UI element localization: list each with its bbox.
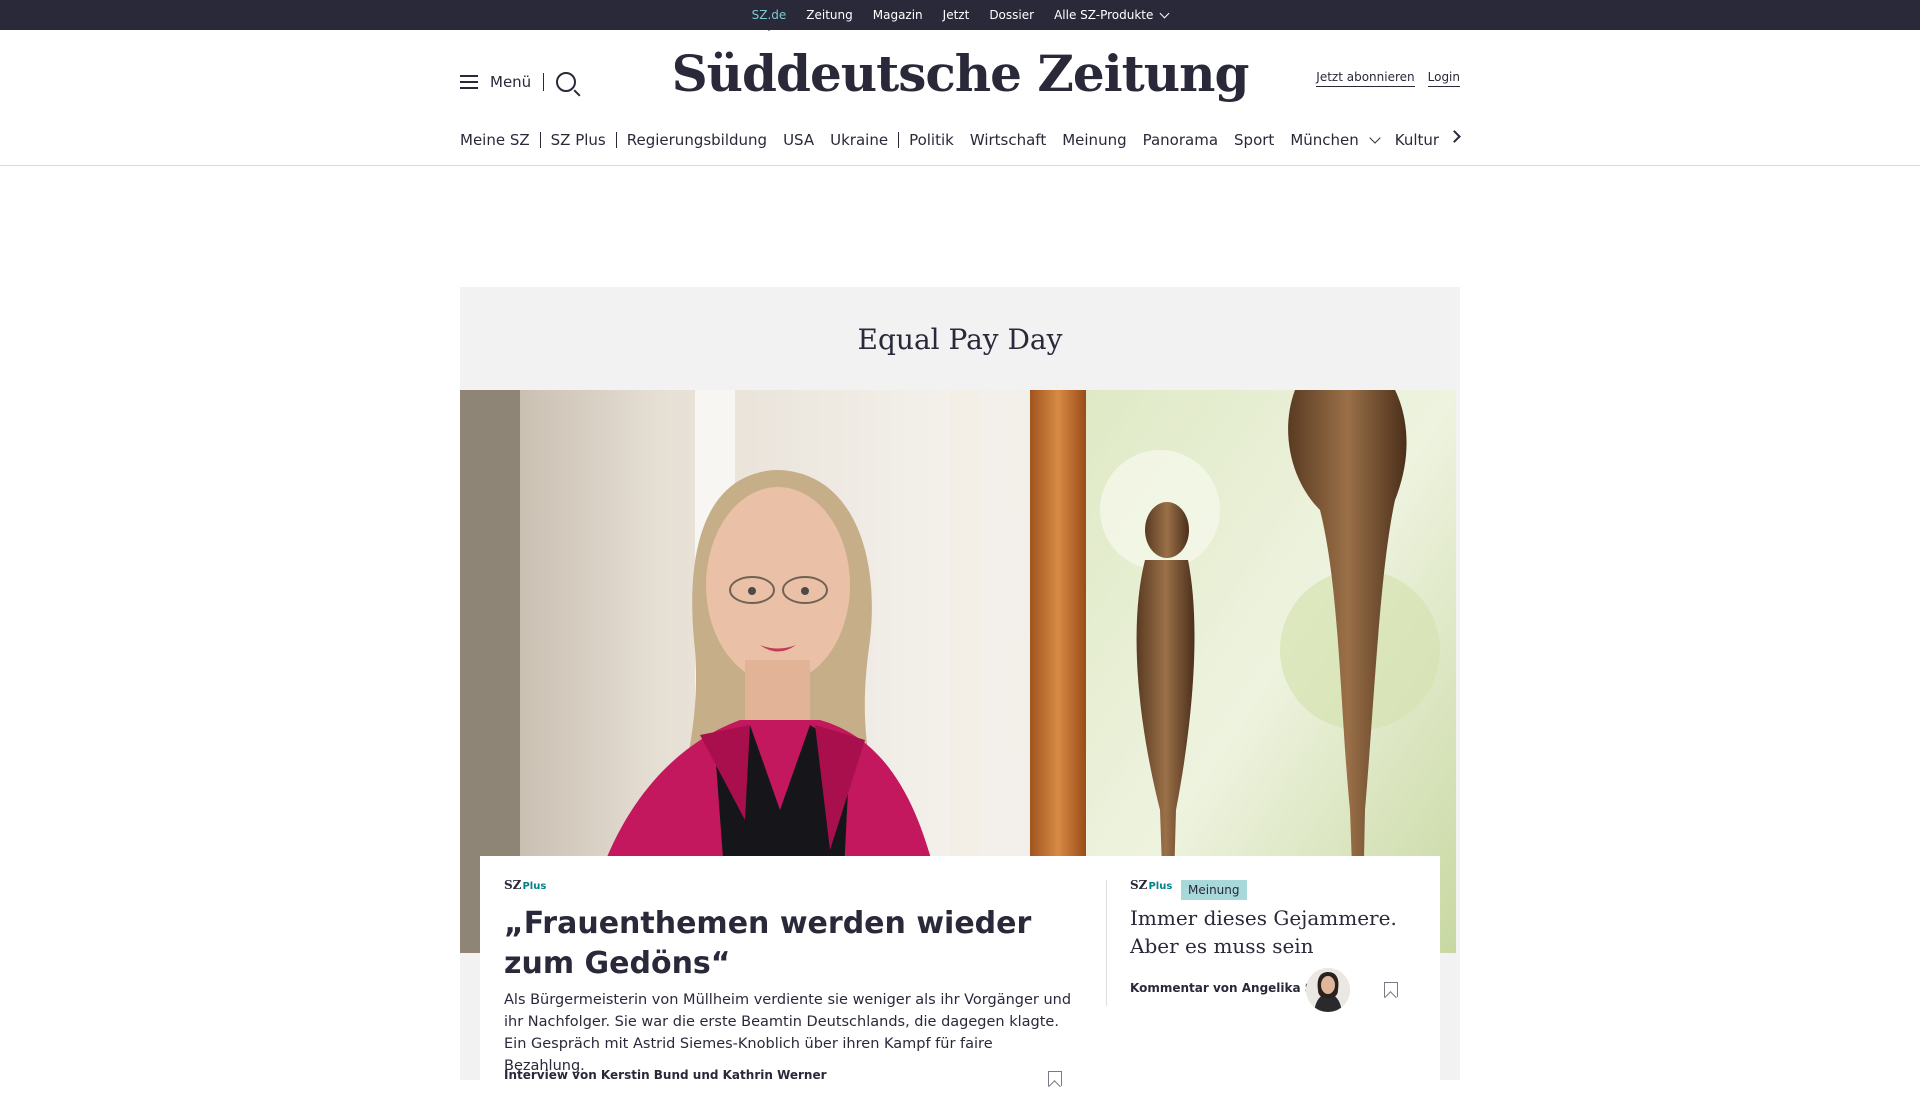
nav-item-wirtschaft[interactable]: Wirtschaft	[970, 131, 1046, 149]
nav-item-usa[interactable]: USA	[783, 131, 814, 149]
main-teaser-text[interactable]: Als Bürgermeisterin von Müllheim verdien…	[504, 989, 1074, 1077]
nav-item-muenchen-label: München	[1290, 131, 1359, 149]
top-link-zeitung[interactable]: Zeitung	[806, 8, 852, 22]
nav-item-panorama[interactable]: Panorama	[1143, 131, 1218, 149]
sz-badge-text: SZ	[504, 878, 522, 892]
nav-item-kultur[interactable]: Kultur	[1395, 131, 1439, 149]
side-headline[interactable]: Immer dieses Gejammere. Aber es muss sei…	[1130, 904, 1420, 960]
sz-plus-badge: SZ Plus	[1130, 878, 1172, 892]
top-link-alle-produkte-label: Alle SZ-Produkte	[1054, 8, 1154, 22]
nav-item-muenchen[interactable]: München	[1290, 131, 1381, 149]
account-links: Jetzt abonnieren Login	[1316, 70, 1460, 87]
top-link-dossier[interactable]: Dossier	[989, 8, 1034, 22]
top-link-magazin[interactable]: Magazin	[873, 8, 923, 22]
top-link-szde[interactable]: SZ.de	[752, 8, 787, 22]
chevron-down-icon	[1159, 8, 1170, 18]
main-nav: Meine SZ SZ Plus Regierungsbildung USA U…	[460, 128, 1460, 152]
nav-item-regierungsbildung[interactable]: Regierungsbildung	[627, 131, 767, 149]
nav-item-ukraine[interactable]: Ukraine	[830, 131, 888, 149]
plus-badge-text: Plus	[522, 881, 547, 892]
nav-item-meinung[interactable]: Meinung	[1062, 131, 1126, 149]
logo[interactable]: Süddeutsche Zeitung	[0, 44, 1920, 103]
section-title[interactable]: Equal Pay Day	[460, 323, 1460, 356]
subscribe-link[interactable]: Jetzt abonnieren	[1316, 70, 1415, 87]
header-divider	[0, 165, 1920, 166]
nav-item-meine-sz[interactable]: Meine SZ	[460, 131, 530, 149]
login-link[interactable]: Login	[1427, 70, 1460, 87]
teaser-block: Equal Pay Day SZ Plus „Frauenthemen werd…	[460, 287, 1460, 1086]
plus-badge-text: Plus	[1148, 881, 1173, 892]
teaser-card: SZ Plus „Frauenthemen werden wieder zum G…	[480, 856, 1440, 1086]
chevron-down-icon	[1369, 132, 1381, 144]
avatar	[1306, 968, 1350, 1012]
nav-item-sport[interactable]: Sport	[1234, 131, 1274, 149]
bookmark-icon[interactable]	[1384, 982, 1398, 997]
opinion-tag: Meinung	[1181, 880, 1247, 900]
nav-item-politik[interactable]: Politik	[909, 131, 954, 149]
nav-separator	[898, 132, 900, 148]
bookmark-icon[interactable]	[1048, 1071, 1062, 1086]
main-headline[interactable]: „Frauenthemen werden wieder zum Gedöns“	[504, 904, 1064, 984]
top-bar: SZ.de Zeitung Magazin Jetzt Dossier Alle…	[0, 0, 1920, 30]
sz-plus-badge: SZ Plus	[504, 878, 546, 892]
nav-separator	[615, 132, 617, 148]
nav-item-sz-plus[interactable]: SZ Plus	[551, 131, 606, 149]
sz-badge-text: SZ	[1130, 878, 1148, 892]
nav-separator	[539, 132, 541, 148]
top-links: SZ.de Zeitung Magazin Jetzt Dossier Alle…	[0, 0, 1920, 30]
top-link-alle-produkte[interactable]: Alle SZ-Produkte	[1054, 8, 1170, 22]
top-link-jetzt[interactable]: Jetzt	[943, 8, 970, 22]
column-divider	[1106, 880, 1107, 1006]
